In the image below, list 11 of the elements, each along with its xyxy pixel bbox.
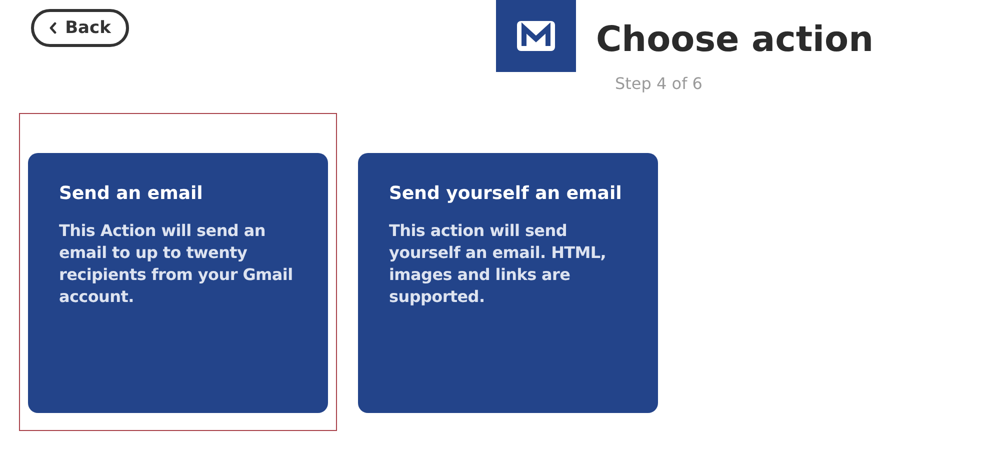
card-description: This action will send yourself an email. HTML, images and links are supported. (389, 220, 608, 308)
back-button[interactable]: Back (31, 9, 129, 47)
action-card[interactable]: Send yourself an email This action will send yourself an email. HTML, images and links are supported. (358, 153, 658, 413)
action-card[interactable]: Send an email This Action will send an email to up to twenty recipients from your Gmail account. (28, 153, 328, 413)
step-indicator: Step 4 of 6 (615, 74, 704, 93)
card-title: Send yourself an email (389, 183, 623, 204)
card-title: Send an email (59, 183, 204, 204)
page-title: Choose action (596, 19, 874, 62)
mail-icon (515, 19, 557, 53)
card-description: This Action will send an email to up to twenty recipients from your Gmail account. (59, 220, 294, 308)
chevron-left-icon (49, 22, 58, 34)
